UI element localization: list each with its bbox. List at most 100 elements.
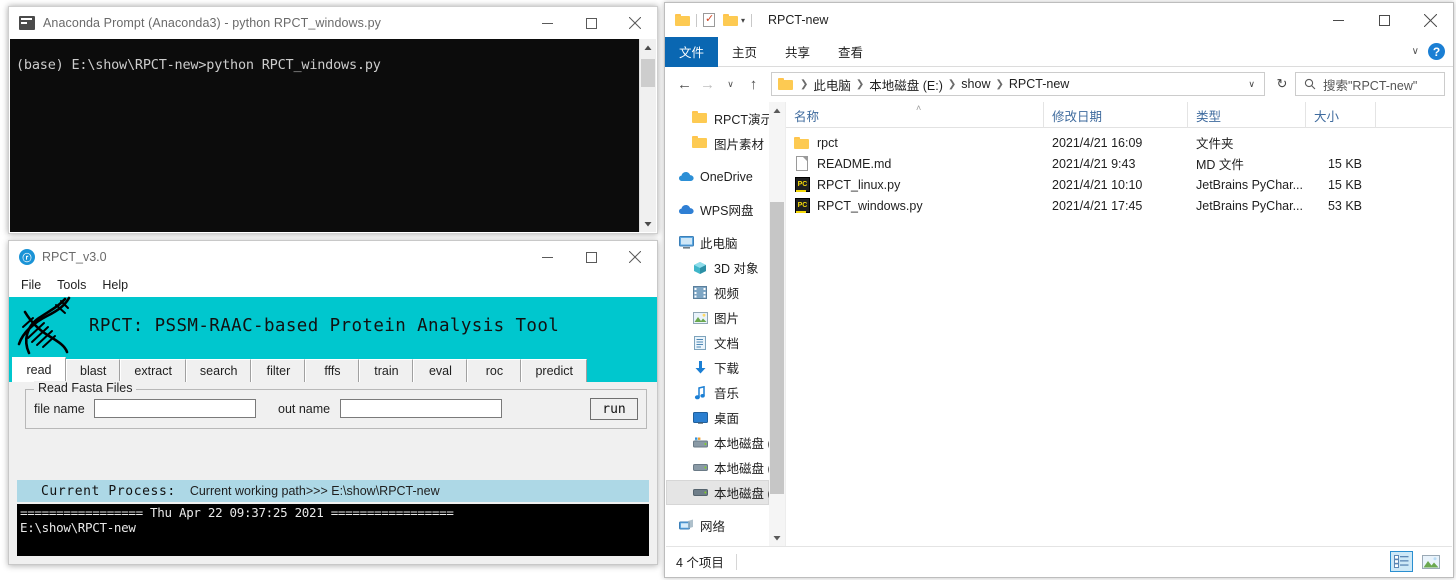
nav-item-videos[interactable]: 视频 [666, 280, 769, 305]
nav-item-this-pc[interactable]: 此电脑 [666, 230, 769, 255]
out-name-input[interactable] [340, 399, 502, 418]
nav-item-drive-c[interactable]: 本地磁盘 (C:) [666, 430, 785, 455]
menu-file[interactable]: File [21, 278, 41, 292]
rpct-titlebar[interactable]: ⓡ RPCT_v3.0 [9, 241, 657, 273]
large-icons-view-icon[interactable] [1419, 551, 1442, 572]
up-button[interactable]: ↑ [742, 71, 765, 97]
nav-item-music[interactable]: 音乐 [666, 380, 769, 405]
nav-item-network[interactable]: 网络 [666, 513, 769, 538]
address-dropdown-icon[interactable]: ∨ [1239, 79, 1264, 90]
run-button[interactable]: run [590, 398, 638, 420]
explorer-titlebar[interactable]: ▾ RPCT-new [665, 3, 1453, 37]
tab-read[interactable]: read [12, 357, 66, 382]
help-icon[interactable]: ? [1428, 43, 1445, 60]
back-button[interactable]: ← [673, 71, 696, 97]
cmd-scroll-thumb[interactable] [641, 59, 655, 87]
ribbon-tab-file[interactable]: 文件 [665, 36, 719, 67]
table-row[interactable]: README.md 2021/4/21 9:43 MD 文件 15 KB [786, 153, 1452, 174]
folder-icon[interactable] [675, 14, 690, 26]
table-row[interactable]: PC RPCT_windows.py 2021/4/21 17:45 JetBr… [786, 195, 1452, 216]
rpct-close-button[interactable] [613, 241, 657, 273]
rpct-tab-bar: read blast extract search filter fffs tr… [9, 357, 657, 382]
breadcrumb-drive-e[interactable]: 本地磁盘 (E:) [869, 75, 943, 94]
column-header-date[interactable]: 修改日期 [1044, 102, 1188, 128]
table-row[interactable]: rpct 2021/4/21 16:09 文件夹 [786, 132, 1452, 153]
breadcrumb-show[interactable]: show [961, 77, 990, 91]
file-rows: rpct 2021/4/21 16:09 文件夹 README.md 2021/… [786, 128, 1452, 216]
ribbon-tab-home[interactable]: 主页 [718, 37, 771, 67]
forward-button[interactable]: → [696, 71, 719, 97]
pycharm-file-icon: PC [794, 197, 810, 214]
nav-item-onedrive[interactable]: OneDrive [666, 164, 769, 189]
rpct-minimize-button[interactable] [525, 241, 569, 273]
cmd-scroll-up-icon[interactable] [640, 39, 656, 56]
nav-scroll-down-icon[interactable] [769, 529, 785, 546]
cmd-maximize-button[interactable] [569, 7, 613, 39]
tab-eval[interactable]: eval [413, 359, 468, 382]
new-folder-icon[interactable] [723, 14, 738, 26]
explorer-close-button[interactable] [1407, 3, 1453, 37]
rpct-application-window: ⓡ RPCT_v3.0 File Tools Help RPCT: PSSM-R… [8, 240, 658, 565]
column-header-name[interactable]: 名称 [786, 102, 1044, 128]
refresh-button[interactable]: ↻ [1269, 72, 1295, 96]
ribbon-tab-view[interactable]: 查看 [824, 37, 877, 67]
recent-locations-icon[interactable]: ∨ [719, 71, 742, 97]
properties-icon[interactable] [703, 12, 715, 27]
tab-blast[interactable]: blast [66, 359, 121, 382]
tab-extract[interactable]: extract [120, 359, 186, 382]
cmd-console-area[interactable]: (base) E:\show\RPCT-new>python RPCT_wind… [10, 39, 656, 232]
nav-item-pictures[interactable]: 图片 [666, 305, 769, 330]
nav-item-downloads[interactable]: 下载 [666, 355, 769, 380]
cmd-close-button[interactable] [613, 7, 657, 39]
breadcrumb-separator: ❯ [855, 78, 865, 90]
address-path-field[interactable]: ❯ 此电脑 ❯ 本地磁盘 (E:) ❯ show ❯ RPCT-new ∨ [771, 72, 1265, 96]
ribbon-tab-share[interactable]: 共享 [771, 37, 824, 67]
rpct-tab-panel: Read Fasta Files file name out name run … [9, 381, 657, 564]
menu-help[interactable]: Help [102, 278, 128, 292]
tab-roc[interactable]: roc [467, 359, 522, 382]
nav-scrollbar[interactable] [769, 102, 785, 546]
cmd-scrollbar[interactable] [639, 39, 656, 232]
nav-item-3d-objects[interactable]: 3D 对象 [666, 255, 769, 280]
rpct-maximize-button[interactable] [569, 241, 613, 273]
explorer-maximize-button[interactable] [1361, 3, 1407, 37]
tab-predict[interactable]: predict [521, 359, 587, 382]
nav-label: OneDrive [700, 169, 753, 184]
file-list-pane[interactable]: 名称 修改日期 类型 大小 ˄ rpct 2021/4/21 16:09 文件夹 [786, 102, 1452, 546]
column-header-size[interactable]: 大小 [1306, 102, 1376, 128]
tab-fffs[interactable]: fffs [305, 359, 360, 382]
nav-scroll-thumb[interactable] [770, 202, 784, 494]
rpct-output-console[interactable]: ================= Thu Apr 22 09:37:25 20… [17, 504, 649, 556]
nav-item-wps-cloud[interactable]: WPS网盘 [666, 197, 769, 222]
cmd-scroll-down-icon[interactable] [640, 215, 656, 232]
table-row[interactable]: PC RPCT_linux.py 2021/4/21 10:10 JetBrai… [786, 174, 1452, 195]
tab-train[interactable]: train [359, 359, 414, 382]
nav-item-rpct-demo[interactable]: RPCT演示 [666, 106, 773, 131]
nav-item-desktop[interactable]: 桌面 [666, 405, 769, 430]
nav-item-drive-d[interactable]: 本地磁盘 (D:) [666, 455, 785, 480]
breadcrumb-this-pc[interactable]: 此电脑 [813, 75, 851, 94]
search-box[interactable]: 搜索"RPCT-new" [1295, 72, 1445, 96]
search-icon [1304, 78, 1316, 90]
details-view-icon[interactable] [1390, 551, 1413, 572]
menu-tools[interactable]: Tools [57, 278, 86, 292]
customize-caret-icon[interactable]: ▾ [741, 16, 745, 25]
nav-scroll-up-icon[interactable] [769, 102, 785, 119]
tab-filter[interactable]: filter [251, 359, 306, 382]
cmd-minimize-button[interactable] [525, 7, 569, 39]
file-size: 15 KB [1327, 177, 1362, 192]
column-header-type[interactable]: 类型 [1188, 102, 1306, 128]
file-name-input[interactable] [94, 399, 256, 418]
explorer-minimize-button[interactable] [1315, 3, 1361, 37]
folder-icon [692, 110, 708, 127]
nav-item-documents[interactable]: 文档 [666, 330, 769, 355]
cmd-titlebar[interactable]: Anaconda Prompt (Anaconda3) - python RPC… [9, 7, 657, 39]
3d-objects-icon [692, 260, 708, 276]
cmd-console-text: (base) E:\show\RPCT-new>python RPCT_wind… [16, 57, 381, 73]
tab-search[interactable]: search [185, 359, 252, 382]
nav-item-picture-material[interactable]: 图片素材 [666, 131, 769, 156]
chevron-down-icon[interactable]: ∨ [1412, 46, 1419, 57]
breadcrumb-rpct-new[interactable]: RPCT-new [1009, 77, 1069, 91]
nav-item-drive-e[interactable]: 本地磁盘 (E:) [666, 480, 785, 505]
